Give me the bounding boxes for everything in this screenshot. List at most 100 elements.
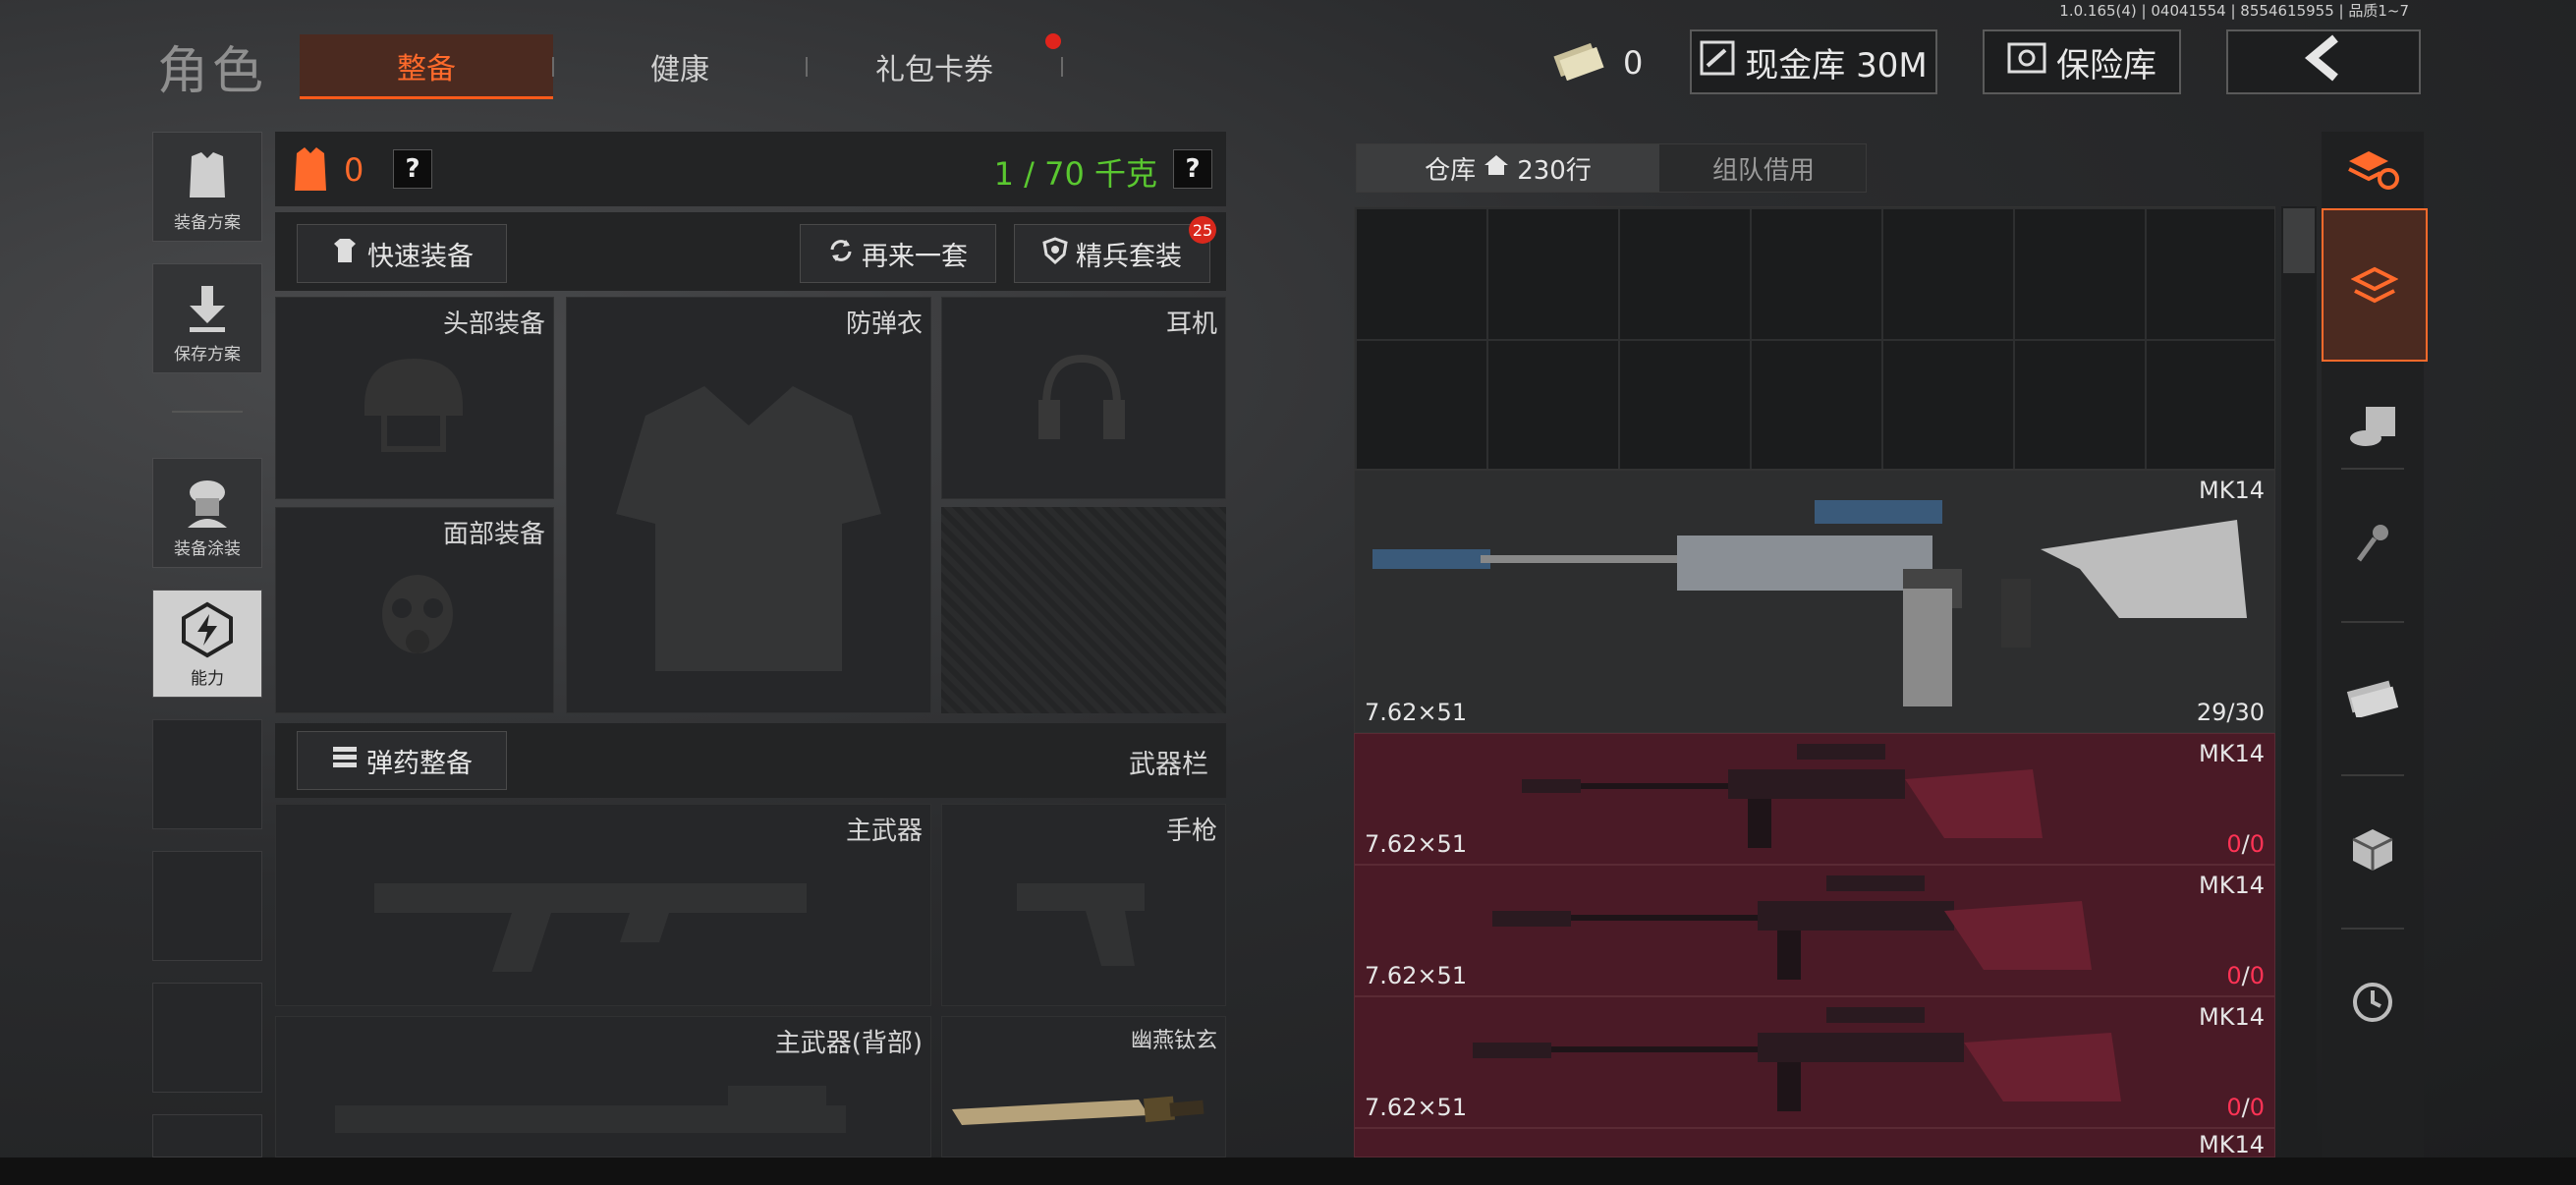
item-caliber: 7.62×51 [1365,1094,1468,1121]
weight-display: 1 / 70 千克 [993,155,1157,193]
rifle-icon [374,844,826,986]
headset-icon [1033,351,1131,463]
category-recent-icon[interactable] [2322,933,2424,1071]
cash-vault-label: 现金库 30M [1745,45,1928,85]
currency-display: 0 [1550,41,1643,85]
item-name: MK14 [2199,1131,2265,1157]
home-icon [1484,153,1509,184]
sidebar-empty-slot [152,719,262,829]
version-info: 1.0.165(4) | 04041554 | 8554615955 | 品质1… [2059,2,2409,20]
bottom-bar [0,1157,2576,1185]
item-caliber: 7.62×51 [1365,699,1468,726]
ammo-capacity: 0 [2249,962,2265,989]
slot-primary-back[interactable]: 主武器(背部) [275,1016,931,1157]
category-cash-icon[interactable] [2322,627,2424,764]
sidebar-item-save-plan[interactable]: 保存方案 [152,263,262,373]
slot-label: 手枪 [1165,817,1217,846]
quick-equip-button[interactable]: 快速装备 [297,224,507,283]
slot-label: 防弹衣 [845,310,923,339]
sidebar-item-skin[interactable]: 装备涂装 [152,458,262,568]
help-icon[interactable]: ? [393,149,432,189]
tab-gift-coupons[interactable]: 礼包卡券 [808,34,1061,99]
warehouse-empty-grid[interactable] [1354,206,2275,470]
elite-set-label: 精兵套装 [1076,241,1182,272]
sniper-rifle-icon [1372,490,2257,720]
slot-label: 主武器 [845,817,923,846]
slot-pistol[interactable]: 手枪 [941,804,1226,1006]
shield-icon [1042,236,1068,271]
back-arrow-icon [2302,34,2345,90]
page-title: 角色 [157,42,268,101]
slot-melee[interactable]: 幽燕钛玄 [941,1016,1226,1157]
list-item[interactable]: MK14 [1354,1128,2275,1157]
item-name: MK14 [2199,740,2265,767]
weapon-bar-label: 武器栏 [1129,750,1208,780]
ammo-equip-button[interactable]: 弹药整备 [297,731,507,790]
help-icon[interactable]: ? [1173,149,1212,189]
list-item[interactable]: MK14 7.62×51 0/0 [1354,733,2275,865]
power-icon [178,600,237,664]
ammo-capacity: 0 [2249,830,2265,858]
gas-mask-icon [370,571,465,673]
ammo-capacity: 0 [2249,1094,2265,1121]
list-item[interactable]: MK14 7.62×51 0/0 [1354,865,2275,996]
item-ammo-count: 29/30 [2196,699,2265,726]
item-ammo-count: 0/0 [2226,1094,2265,1121]
ammo-loaded: 0 [2226,1094,2242,1121]
tab-equip[interactable]: 整备 [300,34,553,99]
slot-head[interactable]: 头部装备 [275,297,554,499]
slot-label: 幽燕钛玄 [1130,1029,1217,1053]
tab-team-borrow[interactable]: 组队借用 [1660,144,1867,192]
sort-refresh-icon[interactable] [2322,132,2424,206]
ammo-loaded: 29 [2196,699,2227,726]
item-name: MK14 [2199,1003,2265,1031]
redo-loadout-button[interactable]: 再来一套 [800,224,996,283]
ammo-equip-label: 弹药整备 [366,748,473,779]
ammo-loaded: 0 [2226,830,2242,858]
elite-set-button[interactable]: 精兵套装 [1014,224,1210,283]
sidebar-item-ability[interactable]: 能力 [152,590,262,698]
safe-vault-button[interactable]: 保险库 [1983,29,2181,94]
rifle-back-icon [335,1076,885,1158]
scrollbar-thumb[interactable] [2283,208,2315,273]
slot-label: 面部装备 [442,520,545,549]
tab-warehouse[interactable]: 仓库 230行 [1357,144,1659,192]
elite-set-badge: 25 [1189,216,1216,244]
category-consumables-icon[interactable] [2322,377,2424,476]
slot-headset[interactable]: 耳机 [941,297,1226,499]
safe-icon [2007,42,2046,83]
slot-vest[interactable]: 防弹衣 [566,297,931,713]
list-item[interactable]: MK14 7.62×51 29/30 [1354,470,2275,733]
download-icon [184,284,231,340]
sidebar-empty-slot [152,1114,262,1157]
knife-icon [952,1070,1207,1162]
notification-dot [1045,33,1061,49]
sidebar-item-equip-plan[interactable]: 装备方案 [152,132,262,242]
category-box-icon[interactable] [2322,780,2424,918]
list-item[interactable]: MK14 7.62×51 0/0 [1354,996,2275,1128]
slot-primary-weapon[interactable]: 主武器 [275,804,931,1006]
loadout-header: 0 ? 1 / 70 千克 ? [275,132,1226,206]
quick-equip-label: 快速装备 [367,241,474,272]
warehouse-scrollbar[interactable] [2281,206,2317,1157]
tab-health[interactable]: 健康 [553,34,807,99]
helmet-icon [355,347,473,469]
item-caliber: 7.62×51 [1365,962,1468,989]
category-keys-icon[interactable] [2322,476,2424,613]
cash-vault-button[interactable]: 现金库 30M [1690,29,1937,94]
rail-divider [2341,468,2404,470]
quick-actions-bar: 快速装备 再来一套 精兵套装 25 [275,212,1226,291]
banknote-icon [1550,41,1605,85]
vest-icon [180,148,235,208]
category-all-icon[interactable] [2322,208,2428,362]
back-button[interactable] [2226,29,2421,94]
sidebar-empty-slot [152,851,262,961]
slot-face[interactable]: 面部装备 [275,507,554,713]
rail-divider [2341,774,2404,776]
slot-label: 耳机 [1165,310,1217,339]
body-armor-icon [606,376,891,695]
sidebar-item-label: 装备涂装 [174,539,241,559]
tab-warehouse-label: 仓库 [1425,155,1477,186]
sidebar-divider [172,411,243,413]
ammo-bar: 弹药整备 武器栏 [275,723,1226,798]
